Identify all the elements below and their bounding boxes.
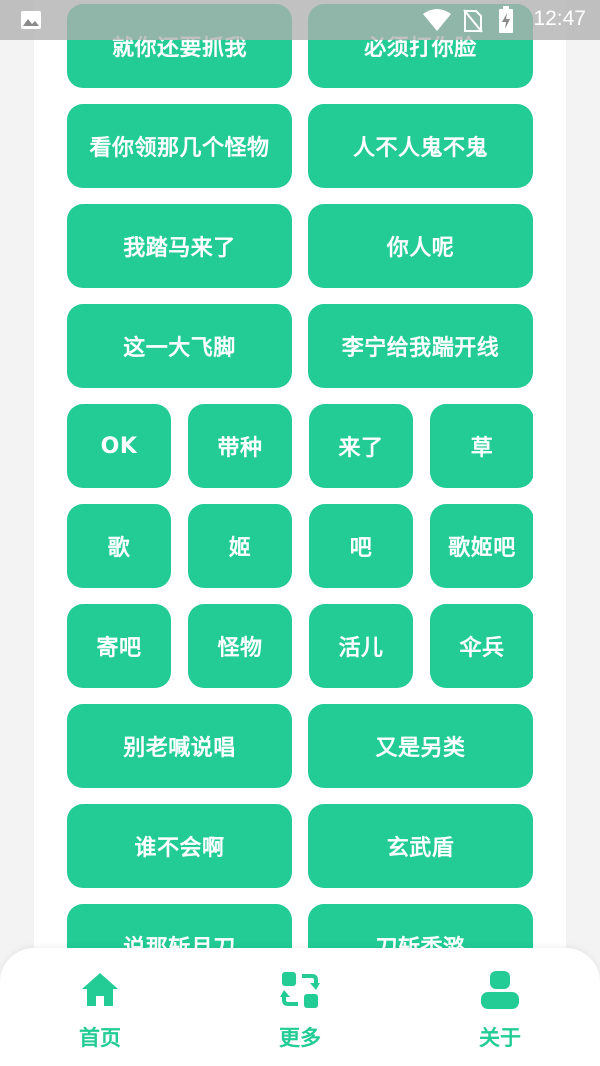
sound-button[interactable]: 带种 xyxy=(188,404,292,488)
bottom-navigation: 首页 更多 关于 xyxy=(0,948,600,1066)
person-icon xyxy=(480,970,520,1010)
nav-home[interactable]: 首页 xyxy=(40,966,160,1056)
nav-more-label: 更多 xyxy=(279,1026,321,1050)
sound-button[interactable]: 寄吧 xyxy=(67,604,171,688)
status-bar: 12:47 xyxy=(0,0,600,40)
sound-button[interactable]: 姬 xyxy=(188,504,292,588)
sound-button[interactable]: 活儿 xyxy=(309,604,413,688)
sound-button[interactable]: 人不人鬼不鬼 xyxy=(308,104,533,188)
nav-about[interactable]: 关于 xyxy=(440,966,560,1056)
sound-button[interactable]: 谁不会啊 xyxy=(67,804,292,888)
wifi-icon xyxy=(422,8,452,32)
sound-button[interactable]: 伞兵 xyxy=(430,604,533,688)
nav-more[interactable]: 更多 xyxy=(240,966,360,1056)
sound-button[interactable]: 别老喊说唱 xyxy=(67,704,292,788)
sound-button-grid: 就你还要抓我 必须打你脸 看你领那几个怪物 人不人鬼不鬼 我踏马来了 你人呢 这一大飞脚 李宁… xyxy=(67,0,533,950)
status-time: 12:47 xyxy=(533,7,586,30)
sound-button[interactable]: 李宁给我踹开线 xyxy=(308,304,533,388)
sound-button[interactable]: OK xyxy=(67,404,171,488)
sound-button[interactable]: 说那斩月刀 xyxy=(67,904,292,950)
no-sim-icon xyxy=(463,8,483,33)
sound-button[interactable]: 来了 xyxy=(309,404,413,488)
nav-about-label: 关于 xyxy=(479,1026,521,1050)
sound-button[interactable]: 草 xyxy=(430,404,533,488)
sound-button[interactable]: 这一大飞脚 xyxy=(67,304,292,388)
sound-button[interactable]: 怪物 xyxy=(188,604,292,688)
sound-button[interactable]: 你人呢 xyxy=(308,204,533,288)
sound-button[interactable]: 玄武盾 xyxy=(308,804,533,888)
home-icon xyxy=(80,970,120,1010)
sound-button[interactable]: 我踏马来了 xyxy=(67,204,292,288)
sound-button[interactable]: 歌 xyxy=(67,504,171,588)
nav-home-label: 首页 xyxy=(79,1026,121,1050)
sound-button[interactable]: 刀斩秃潞 xyxy=(308,904,533,950)
switch-icon xyxy=(280,970,320,1010)
sound-button[interactable]: 吧 xyxy=(309,504,413,588)
sound-button[interactable]: 歌姬吧 xyxy=(430,504,533,588)
sound-button[interactable]: 又是另类 xyxy=(308,704,533,788)
sound-button[interactable]: 看你领那几个怪物 xyxy=(67,104,292,188)
gallery-icon xyxy=(20,10,42,30)
battery-charging-icon xyxy=(498,6,514,34)
